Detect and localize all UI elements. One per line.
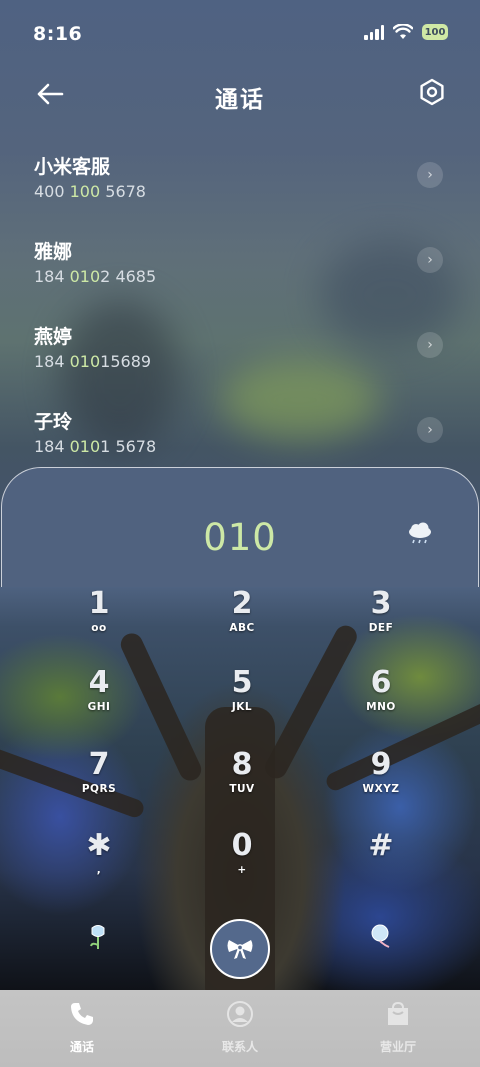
key-8[interactable]: 8 TUV	[192, 748, 292, 818]
key-1[interactable]: 1 oo	[49, 587, 149, 657]
key-0[interactable]: 0 +	[192, 829, 292, 899]
call-button[interactable]	[210, 919, 270, 979]
contact-number: 184 0101 5678	[34, 437, 157, 456]
contact-number: 400 100 5678	[34, 182, 146, 201]
key-7[interactable]: 7 PQRS	[49, 748, 149, 818]
key-4[interactable]: 4 GHI	[49, 666, 149, 736]
nav-contacts[interactable]: 联系人	[190, 1000, 290, 1055]
weather-rain-icon[interactable]	[406, 522, 434, 546]
flower-icon[interactable]	[83, 922, 113, 952]
contact-item[interactable]: 燕婷 184 01015689 ›	[0, 322, 480, 402]
page-title: 通话	[215, 87, 265, 113]
bottom-navigation: 通话 联系人 营业厅	[0, 990, 480, 1067]
contact-number: 184 01015689	[34, 352, 152, 371]
chevron-right-icon[interactable]: ›	[417, 247, 443, 273]
key-hash[interactable]: #	[331, 829, 431, 899]
status-time: 8:16	[33, 23, 83, 45]
chevron-right-icon[interactable]: ›	[417, 332, 443, 358]
contact-item[interactable]: 雅娜 184 0102 4685 ›	[0, 237, 480, 317]
contact-number: 184 0102 4685	[34, 267, 157, 286]
key-6[interactable]: 6 MNO	[331, 666, 431, 736]
key-2[interactable]: 2 ABC	[192, 587, 292, 657]
battery-icon: 100	[422, 24, 448, 40]
contact-person-icon	[227, 1001, 253, 1027]
key-9[interactable]: 9 WXYZ	[331, 748, 431, 818]
key-star[interactable]: ✱,	[49, 829, 149, 899]
top-bar: 通话	[0, 68, 480, 124]
contact-item[interactable]: 小米客服 400 100 5678 ›	[0, 152, 480, 232]
contact-name: 燕婷	[34, 326, 73, 348]
chevron-right-icon[interactable]: ›	[417, 162, 443, 188]
nav-service[interactable]: 营业厅	[348, 1000, 448, 1055]
contact-name: 小米客服	[34, 156, 111, 178]
key-3[interactable]: 3 DEF	[331, 587, 431, 657]
cellular-signal-icon	[364, 24, 384, 40]
nav-label: 营业厅	[379, 1040, 416, 1054]
balloon-icon[interactable]	[367, 922, 397, 952]
contact-name: 子玲	[34, 411, 73, 433]
status-bar: 8:16 100	[0, 0, 480, 68]
key-5[interactable]: 5 JKL	[192, 666, 292, 736]
settings-hexagon-icon[interactable]	[418, 78, 446, 106]
wifi-icon	[393, 24, 413, 39]
phone-icon	[71, 1003, 93, 1025]
bow-icon	[227, 940, 253, 959]
contact-name: 雅娜	[34, 241, 73, 263]
nav-label: 联系人	[221, 1040, 258, 1054]
dial-input-panel: 010	[1, 467, 479, 587]
dial-keypad: 1 oo 2 ABC 3 DEF 4 GHI 5 JKL 6 MNO 7 PQRS 8 TUV …	[0, 587, 480, 990]
nav-calls[interactable]: 通话	[32, 1000, 132, 1055]
chevron-right-icon[interactable]: ›	[417, 417, 443, 443]
nav-label: 通话	[69, 1040, 94, 1054]
shopping-bag-icon	[388, 1001, 408, 1025]
voicemail-icon: oo	[91, 622, 107, 634]
